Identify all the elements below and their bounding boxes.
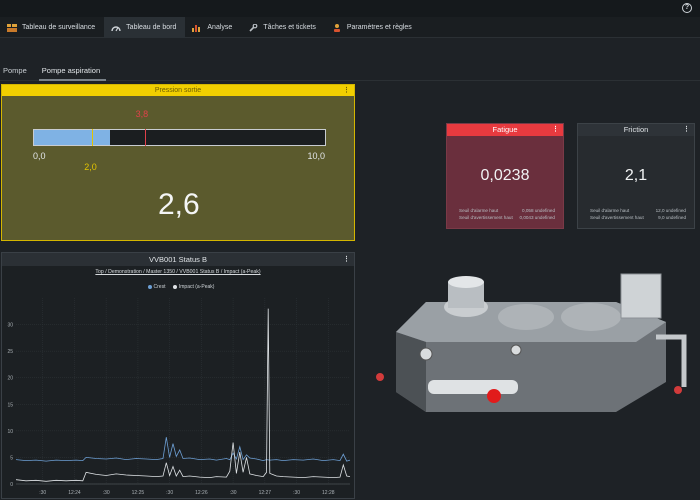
alarm-threshold-label: 3,8 — [135, 109, 149, 119]
pressure-value: 2,6 — [158, 188, 200, 221]
series-line-impact — [15, 308, 351, 482]
nav-tab-label: Tâches et tickets — [263, 24, 316, 31]
threshold-label: Seuil d'avertissement haut — [459, 215, 513, 220]
y-tick-label: 15 — [7, 402, 13, 408]
machine-pipe — [428, 380, 518, 394]
x-tick-label: 12:26 — [195, 490, 208, 496]
x-tick-label: 12:28 — [322, 490, 335, 496]
x-tick-label: :30 — [230, 490, 237, 496]
friction-alarm-row: Seuil d'alarme haut 12,0 undefined — [590, 208, 686, 213]
threshold-label: Seuil d'alarme haut — [459, 208, 499, 213]
chart-panel: VVB001 Status B ⋮ Top / Demonstration / … — [1, 252, 355, 499]
fatigue-alarm-row: Seuil d'alarme haut 0,058 undefined — [459, 208, 555, 213]
x-tick-label: :30 — [39, 490, 46, 496]
chart-legend: Crest Impact (a-Peak) — [2, 284, 354, 290]
pressure-dial-icon — [419, 347, 433, 361]
top-bar: ? — [0, 0, 700, 17]
machine-motor-box — [620, 273, 662, 319]
y-tick-label: 5 — [10, 455, 13, 461]
machine-cover-left — [498, 304, 554, 330]
sensor-alarm-marker[interactable] — [487, 389, 501, 403]
alarm-threshold-marker — [144, 129, 146, 146]
panel-menu-icon[interactable]: ⋮ — [343, 85, 350, 96]
main-navigation: Tableau de surveillance Tableau de bord … — [0, 17, 700, 38]
threshold-value: 12,0 undefined — [655, 208, 686, 213]
x-tick-label: 12:27 — [259, 490, 272, 496]
x-tick-label: 12:24 — [68, 490, 81, 496]
machine-cover-right — [561, 303, 621, 331]
threshold-value: 9,0 undefined — [658, 215, 686, 220]
pump-machine-illustration — [376, 273, 687, 412]
y-tick-label: 10 — [7, 429, 13, 435]
nav-tab-tableau-de-bord[interactable]: Tableau de bord — [104, 17, 186, 38]
panel-menu-icon[interactable]: ⋮ — [552, 124, 559, 136]
bar-chart-icon — [192, 24, 201, 32]
nav-tab-label: Tableau de bord — [126, 24, 177, 31]
nav-tab-label: Paramètres et règles — [346, 24, 412, 31]
nav-tab-surveillance[interactable]: Tableau de surveillance — [0, 17, 104, 38]
pressure-gauge-fill — [34, 130, 110, 145]
chart-panel-title: VVB001 Status B — [149, 255, 207, 264]
subtab-pompe-aspiration[interactable]: Pompe aspiration — [38, 63, 107, 81]
subtab-pompe[interactable]: Pompe — [0, 63, 33, 81]
legend-item-crest[interactable]: Crest — [154, 284, 166, 290]
legend-item-impact[interactable]: Impact (a-Peak) — [179, 284, 215, 290]
machine-cylinder-top — [448, 276, 484, 288]
pressure-dial-icon — [510, 344, 522, 356]
threshold-label: Seuil d'alarme haut — [590, 208, 630, 213]
warning-threshold-label: 2,0 — [84, 162, 97, 172]
fatigue-panel: Fatigue ⋮ 0,0238 Seuil d'alarme haut 0,0… — [446, 123, 564, 229]
y-tick-label: 30 — [7, 323, 13, 329]
chart-title[interactable]: Top / Demonstration / Master 1350 / VVB0… — [2, 269, 354, 275]
friction-warning-row: Seuil d'avertissement haut 9,0 undefined — [590, 215, 686, 220]
valve-handle-icon — [376, 373, 384, 381]
legend-dot-crest — [147, 284, 152, 289]
fatigue-panel-title: Fatigue — [492, 125, 518, 134]
warning-threshold-marker — [92, 129, 94, 146]
threshold-label: Seuil d'avertissement haut — [590, 215, 644, 220]
threshold-value: 0,058 undefined — [522, 208, 555, 213]
line-chart: 0 5 10 15 20 25 30 :30 12:24 :30 12:25 :30 12:26 :30 1… — [7, 298, 351, 496]
legend-dot-impact — [172, 284, 177, 289]
friction-panel-header: Friction ⋮ — [578, 124, 694, 136]
chart-panel-header: VVB001 Status B ⋮ — [2, 253, 354, 266]
gauge-min-label: 0,0 — [33, 151, 46, 161]
dashboard-grid-icon — [7, 23, 17, 32]
threshold-value: 0,0043 undefined — [519, 215, 555, 220]
fatigue-warning-row: Seuil d'avertissement haut 0,0043 undefi… — [459, 215, 555, 220]
valve-handle-icon — [674, 386, 682, 394]
friction-panel: Friction ⋮ 2,1 Seuil d'alarme haut 12,0 … — [577, 123, 695, 229]
x-tick-label: :30 — [103, 490, 110, 496]
x-tick-label: 12:25 — [132, 490, 145, 496]
nav-tab-parametres[interactable]: Paramètres et règles — [325, 17, 421, 38]
panel-menu-icon[interactable]: ⋮ — [343, 253, 350, 266]
friction-value: 2,1 — [624, 167, 648, 184]
y-tick-label: 0 — [10, 482, 13, 488]
panel-menu-icon[interactable]: ⋮ — [683, 124, 690, 136]
settings-people-icon — [333, 23, 340, 32]
gauge-max-label: 10,0 — [307, 151, 325, 161]
y-tick-label: 25 — [7, 349, 13, 355]
fatigue-value: 0,0238 — [480, 167, 530, 184]
nav-tab-label: Analyse — [207, 24, 233, 31]
friction-panel-title: Friction — [623, 125, 649, 134]
pressure-panel-header: Pression sortie ⋮ — [2, 85, 354, 96]
y-tick-label: 20 — [7, 376, 13, 382]
pressure-panel: Pression sortie ⋮ 3,8 0,0 10,0 2,0 2,6 — [1, 84, 355, 241]
pressure-gauge-bar — [33, 129, 326, 146]
x-tick-label: :30 — [293, 490, 300, 496]
pressure-panel-title: Pression sortie — [154, 87, 202, 94]
speedometer-icon — [111, 25, 121, 31]
sub-tabs: Pompe Pompe aspiration — [0, 63, 700, 81]
nav-tab-label: Tableau de surveillance — [22, 24, 96, 31]
help-icon[interactable]: ? — [682, 3, 692, 13]
x-tick-label: :30 — [166, 490, 173, 496]
nav-tab-analyse[interactable]: Analyse — [185, 17, 241, 38]
machine-side — [396, 332, 426, 412]
nav-tab-taches[interactable]: Tâches et tickets — [241, 17, 325, 38]
fatigue-panel-header: Fatigue ⋮ — [447, 124, 563, 136]
wrench-icon — [249, 23, 258, 32]
